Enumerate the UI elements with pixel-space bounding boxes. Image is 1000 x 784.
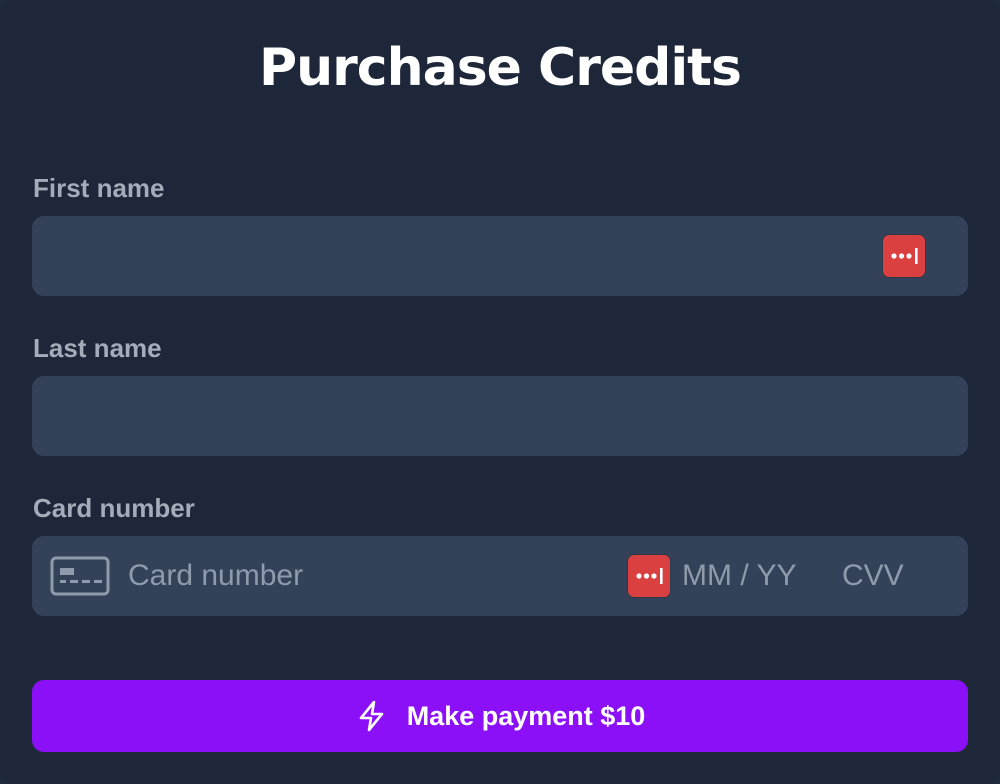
password-manager-icon[interactable]: [628, 555, 670, 597]
card-number-input[interactable]: Card number: [128, 558, 303, 594]
first-name-label: First name: [33, 173, 165, 203]
make-payment-button-content: Make payment $10: [32, 680, 968, 752]
expiry-input[interactable]: MM / YY: [682, 558, 796, 594]
last-name-field[interactable]: [32, 376, 968, 456]
make-payment-button[interactable]: Make payment $10: [32, 680, 968, 752]
last-name-label: Last name: [33, 333, 162, 363]
card-number-label: Card number: [33, 493, 195, 523]
card-details-field[interactable]: Card number MM / YY CVV: [32, 536, 968, 616]
lightning-bolt-icon: [359, 700, 383, 732]
credit-card-icon: [50, 556, 110, 596]
password-manager-icon[interactable]: [883, 235, 925, 277]
purchase-credits-panel: Purchase Credits First name Last name Ca…: [0, 0, 1000, 784]
make-payment-label: Make payment $10: [406, 700, 646, 731]
first-name-field[interactable]: [32, 216, 968, 296]
cvv-input[interactable]: CVV: [842, 558, 904, 594]
page-title: Purchase Credits: [259, 38, 742, 98]
